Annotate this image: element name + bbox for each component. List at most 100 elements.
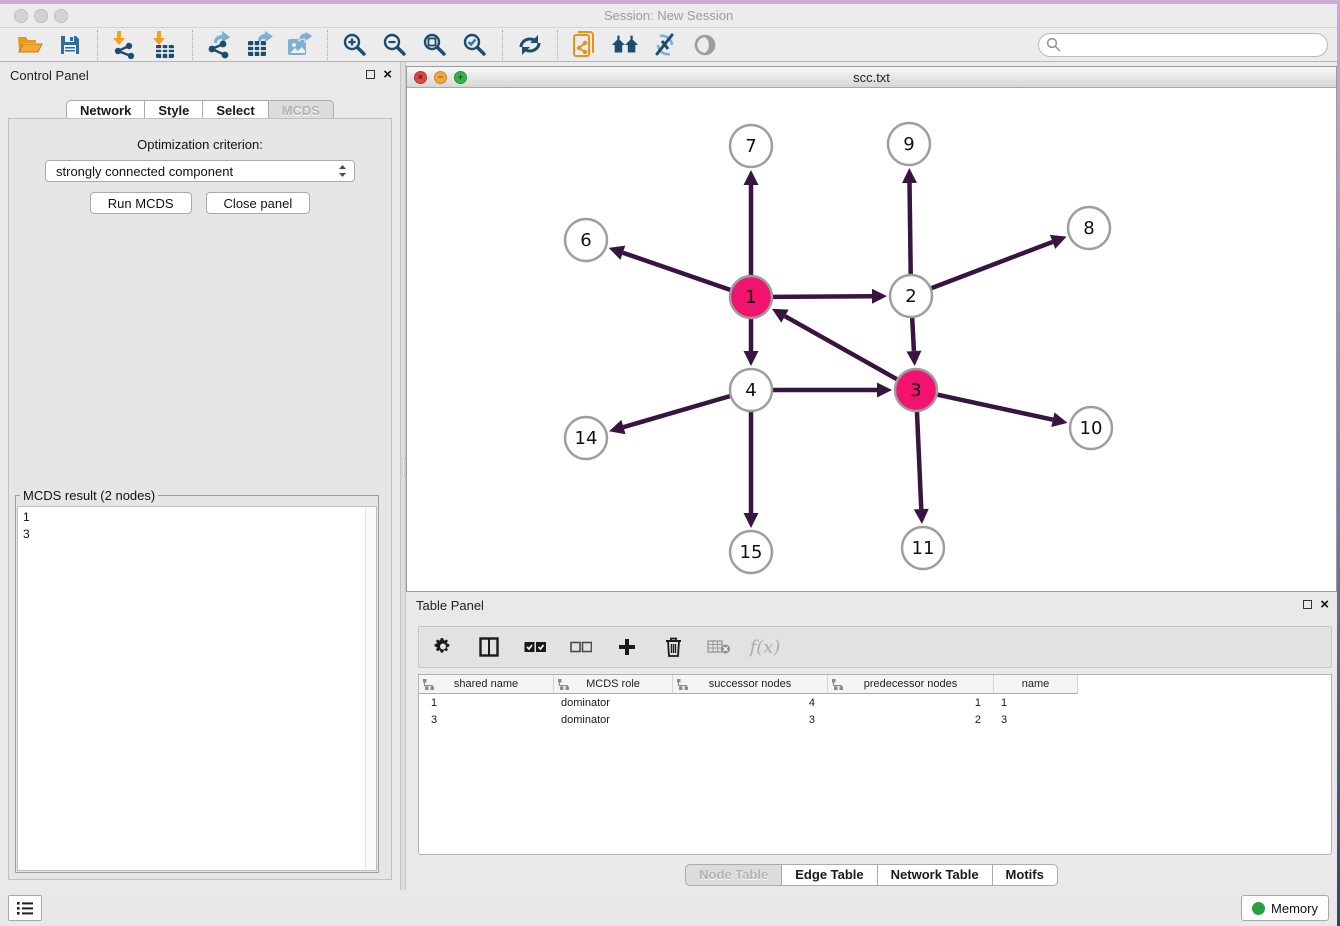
table-panel: Table Panel × bbox=[406, 592, 1337, 890]
graph-node-1[interactable]: 1 bbox=[730, 276, 772, 318]
zoom-in-icon[interactable] bbox=[340, 30, 370, 60]
table-tab-motifs[interactable]: Motifs bbox=[993, 864, 1058, 886]
table-cell[interactable]: 1 bbox=[828, 694, 994, 711]
table-cell[interactable]: 1 bbox=[994, 694, 1078, 711]
bird-view-icon[interactable] bbox=[690, 30, 720, 60]
table-cell[interactable]: 3 bbox=[673, 711, 828, 728]
control-panel-title: Control Panel bbox=[10, 68, 89, 83]
graph-edge-3-11[interactable] bbox=[914, 412, 929, 524]
apply-layout-icon[interactable] bbox=[515, 30, 545, 60]
mcds-result-text: 1 3 bbox=[18, 507, 376, 545]
graph-node-9[interactable]: 9 bbox=[888, 123, 930, 165]
import-table-icon[interactable] bbox=[150, 30, 180, 60]
delete-column-icon[interactable] bbox=[661, 635, 685, 659]
network-graph: 7 9 6 8 1 2 4 3 14 10 15 11 bbox=[407, 88, 1336, 591]
table-cell[interactable]: dominator bbox=[554, 711, 673, 728]
network-frame-titlebar[interactable]: × − + scc.txt bbox=[407, 67, 1336, 88]
graph-edge-2-9[interactable] bbox=[902, 168, 917, 274]
table-tab-node-table[interactable]: Node Table bbox=[685, 864, 782, 886]
graph-edge-4-14[interactable] bbox=[609, 396, 730, 434]
run-mcds-button[interactable]: Run MCDS bbox=[90, 192, 192, 214]
table-cell[interactable]: 1 bbox=[419, 694, 554, 711]
svg-text:10: 10 bbox=[1080, 418, 1103, 439]
clone-network-icon[interactable] bbox=[570, 30, 600, 60]
graph-node-10[interactable]: 10 bbox=[1070, 407, 1112, 449]
save-session-icon[interactable] bbox=[55, 30, 85, 60]
export-image-icon[interactable] bbox=[285, 30, 315, 60]
table-cell[interactable]: 3 bbox=[994, 711, 1078, 728]
memory-button[interactable]: Memory bbox=[1241, 895, 1329, 921]
zoom-fit-icon[interactable] bbox=[420, 30, 450, 60]
node-table-body: 1dominator4113dominator323 bbox=[419, 694, 1331, 728]
result-scrollbar[interactable] bbox=[365, 507, 376, 870]
add-column-icon[interactable] bbox=[615, 635, 639, 659]
graph-edge-4-15[interactable] bbox=[744, 412, 759, 528]
column-header-MCDS-role[interactable]: MCDS role bbox=[554, 675, 673, 694]
graph-node-14[interactable]: 14 bbox=[565, 417, 607, 459]
graph-edge-2-8[interactable] bbox=[932, 235, 1067, 288]
export-network-icon[interactable] bbox=[205, 30, 235, 60]
graph-edge-4-3[interactable] bbox=[773, 383, 892, 398]
graph-edge-1-4[interactable] bbox=[744, 319, 759, 366]
column-header-name[interactable]: name bbox=[994, 675, 1078, 694]
import-network-icon[interactable] bbox=[110, 30, 140, 60]
column-header-predecessor-nodes[interactable]: predecessor nodes bbox=[828, 675, 994, 694]
close-panel-icon[interactable]: × bbox=[383, 69, 392, 80]
graph-node-8[interactable]: 8 bbox=[1068, 207, 1110, 249]
unselect-all-columns-icon[interactable] bbox=[569, 635, 593, 659]
table-cell[interactable]: dominator bbox=[554, 694, 673, 711]
column-header-shared-name[interactable]: shared name bbox=[419, 675, 554, 694]
toolbar-separator bbox=[327, 30, 328, 60]
mcds-result-area[interactable]: 1 3 bbox=[17, 506, 377, 871]
hide-graphics-details-icon[interactable] bbox=[650, 30, 680, 60]
search-field[interactable] bbox=[1038, 33, 1328, 57]
table-cell[interactable]: 3 bbox=[419, 711, 554, 728]
table-cell[interactable]: 2 bbox=[828, 711, 994, 728]
zoom-out-icon[interactable] bbox=[380, 30, 410, 60]
svg-text:14: 14 bbox=[575, 428, 598, 449]
splitter-handle[interactable] bbox=[402, 458, 405, 476]
toolbar-separator bbox=[192, 30, 193, 60]
show-home-icon[interactable] bbox=[610, 30, 640, 60]
main-toolbar bbox=[0, 28, 1337, 62]
open-session-icon[interactable] bbox=[15, 30, 45, 60]
graph-node-11[interactable]: 11 bbox=[902, 527, 944, 569]
column-header-successor-nodes[interactable]: successor nodes bbox=[673, 675, 828, 694]
table-row[interactable]: 1dominator411 bbox=[419, 694, 1331, 711]
graph-edge-3-1[interactable] bbox=[772, 309, 897, 379]
task-history-button[interactable] bbox=[8, 895, 42, 921]
table-tab-network-table[interactable]: Network Table bbox=[878, 864, 993, 886]
graph-node-7[interactable]: 7 bbox=[730, 125, 772, 167]
graph-edge-1-6[interactable] bbox=[609, 246, 731, 290]
table-settings-icon[interactable] bbox=[431, 635, 455, 659]
toggle-panels-icon[interactable] bbox=[477, 635, 501, 659]
graph-node-4[interactable]: 4 bbox=[730, 369, 772, 411]
graph-node-6[interactable]: 6 bbox=[565, 219, 607, 261]
graph-edge-1-2[interactable] bbox=[773, 289, 887, 304]
select-all-columns-icon[interactable] bbox=[523, 635, 547, 659]
network-title: scc.txt bbox=[407, 67, 1336, 88]
svg-text:11: 11 bbox=[912, 538, 935, 559]
table-cell[interactable]: 4 bbox=[673, 694, 828, 711]
search-input[interactable] bbox=[1061, 36, 1327, 54]
graph-edge-2-3[interactable] bbox=[906, 318, 921, 366]
graph-edge-3-10[interactable] bbox=[937, 395, 1067, 427]
graph-node-3[interactable]: 3 bbox=[895, 369, 937, 411]
table-row[interactable]: 3dominator323 bbox=[419, 711, 1331, 728]
zoom-selected-icon[interactable] bbox=[460, 30, 490, 60]
select-stepper-icon bbox=[338, 164, 347, 178]
table-tabs: Node TableEdge TableNetwork TableMotifs bbox=[406, 864, 1337, 886]
criterion-select[interactable]: strongly connected component bbox=[45, 160, 355, 182]
table-tab-edge-table[interactable]: Edge Table bbox=[782, 864, 877, 886]
close-panel-button[interactable]: Close panel bbox=[206, 192, 311, 214]
export-table-icon[interactable] bbox=[245, 30, 275, 60]
graph-node-15[interactable]: 15 bbox=[730, 531, 772, 573]
window-titlebar: Session: New Session bbox=[0, 4, 1337, 28]
network-canvas[interactable]: 7 9 6 8 1 2 4 3 14 10 15 11 bbox=[407, 88, 1336, 591]
float-panel-icon[interactable] bbox=[366, 70, 375, 79]
close-table-panel-icon[interactable]: × bbox=[1320, 599, 1329, 610]
graph-node-2[interactable]: 2 bbox=[890, 275, 932, 317]
graph-edge-1-7[interactable] bbox=[744, 170, 759, 275]
float-table-panel-icon[interactable] bbox=[1303, 600, 1312, 609]
memory-status-icon bbox=[1252, 902, 1265, 915]
